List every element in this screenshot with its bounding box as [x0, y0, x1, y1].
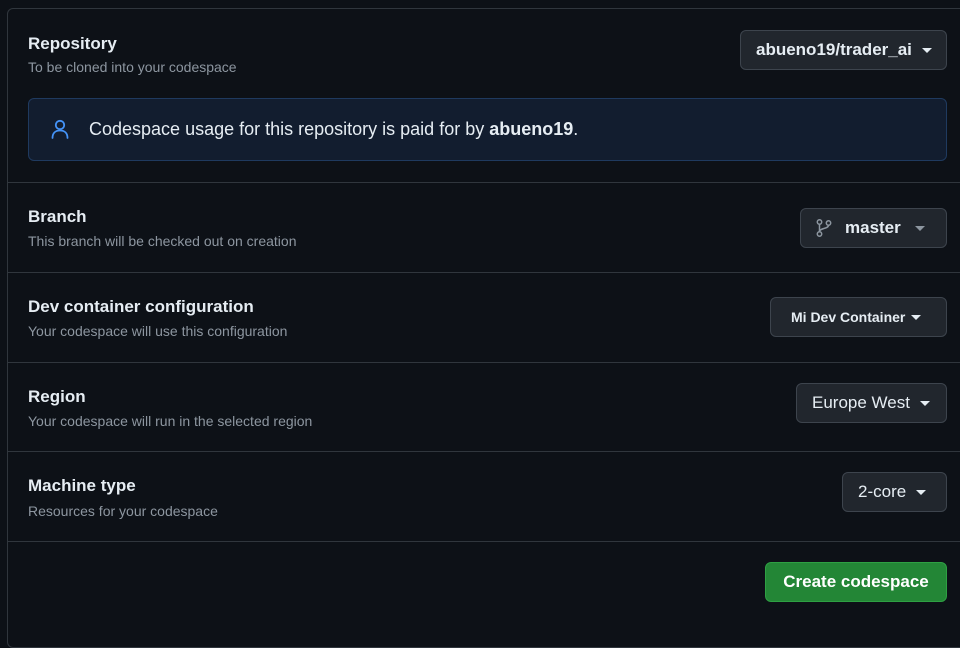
branch-title: Branch [28, 207, 87, 226]
person-icon [51, 119, 69, 139]
machine-select-label: 2-core [858, 482, 907, 501]
machine-description: Resources for your codespace [28, 503, 218, 519]
billing-notice-text: Codespace usage for this repository is p… [89, 119, 578, 140]
repository-section: Repository To be cloned into your codesp… [8, 9, 960, 182]
devcontainer-description: Your codespace will use this configurati… [28, 323, 288, 339]
repository-title: Repository [28, 34, 117, 53]
billing-notice-prefix: Codespace usage for this repository is p… [89, 119, 490, 139]
region-section: Region Your codespace will run in the se… [8, 363, 960, 451]
chevron-down-icon [911, 314, 922, 320]
billing-notice: Codespace usage for this repository is p… [28, 98, 947, 161]
billing-owner: abueno19 [489, 119, 574, 139]
devcontainer-title: Dev container configuration [28, 297, 254, 316]
create-codespace-button[interactable]: Create codespace [765, 562, 947, 602]
billing-notice-suffix: . [573, 119, 579, 139]
repository-select-button[interactable]: abueno19/trader_ai [740, 30, 947, 70]
codespace-config-panel: Repository To be cloned into your codesp… [7, 8, 960, 648]
repository-select-label: abueno19/trader_ai [756, 40, 912, 59]
chevron-down-icon [921, 47, 932, 53]
branch-select-button[interactable]: master [800, 208, 947, 248]
branch-section: Branch This branch will be checked out o… [8, 183, 960, 272]
region-select-label: Europe West [812, 393, 910, 412]
machine-select-button[interactable]: 2-core [842, 472, 947, 512]
repository-description: To be cloned into your codespace [28, 59, 237, 75]
devcontainer-section: Dev container configuration Your codespa… [8, 273, 960, 362]
chevron-down-icon [914, 225, 925, 231]
region-select-button[interactable]: Europe West [796, 383, 947, 423]
region-title: Region [28, 387, 86, 406]
git-branch-icon [816, 219, 832, 237]
chevron-down-icon [916, 489, 927, 495]
branch-select-label: master [845, 218, 901, 237]
branch-description: This branch will be checked out on creat… [28, 233, 297, 249]
divider [8, 541, 960, 542]
devcontainer-select-button[interactable]: Mi Dev Container [770, 297, 947, 337]
region-description: Your codespace will run in the selected … [28, 413, 313, 429]
chevron-down-icon [919, 400, 930, 406]
devcontainer-select-label: Mi Dev Container [791, 309, 906, 325]
machine-title: Machine type [28, 476, 136, 495]
machine-section: Machine type Resources for your codespac… [8, 452, 960, 541]
